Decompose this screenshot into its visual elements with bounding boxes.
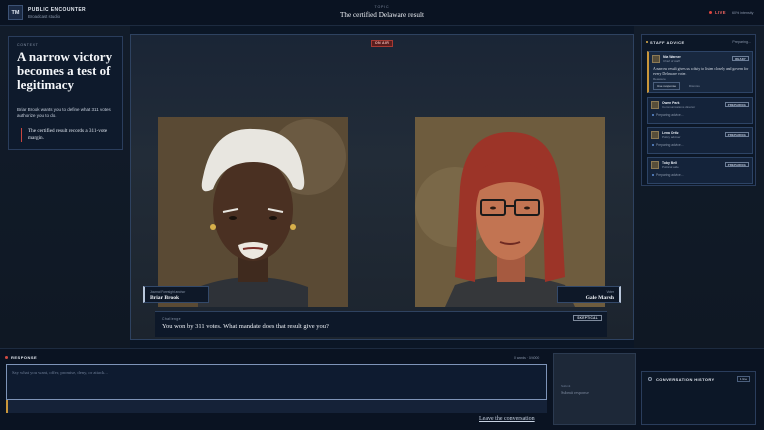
challenge-bar: Challenge You won by 311 votes. What man… bbox=[155, 311, 607, 337]
response-dot-icon bbox=[5, 356, 8, 359]
use-response-button[interactable]: Use response bbox=[653, 82, 681, 90]
context-headline: A narrow victory becomes a test of legit… bbox=[17, 49, 113, 92]
staff-advice-title: STAFF ADVICE bbox=[650, 40, 685, 45]
submit-response-button[interactable]: Submit Submit response bbox=[553, 353, 636, 425]
advisor-card-nia-warner[interactable]: Nia Warner Chief of staff READY A narrow… bbox=[647, 51, 753, 93]
advisor-status-badge: READY bbox=[732, 56, 749, 61]
live-label: LIVE bbox=[715, 10, 726, 15]
context-card: CONTEXT A narrow victory becomes a test … bbox=[8, 36, 123, 150]
advisor-preparing: Preparing advice... bbox=[652, 173, 684, 177]
loading-dot-icon bbox=[652, 114, 654, 117]
advisor-preparing: Preparing advice... bbox=[652, 113, 684, 117]
conversation-history-panel[interactable]: CONVERSATION HISTORY 1 line bbox=[641, 371, 756, 425]
staff-advice-status: Preparing... bbox=[732, 40, 751, 44]
topic-title: The certified Delaware result bbox=[339, 11, 424, 19]
advisor-advice: A narrow result gives us a duty to liste… bbox=[653, 67, 749, 76]
word-counter: 0 words · 0/4000 bbox=[514, 356, 540, 360]
topic-label: TOPIC bbox=[374, 5, 390, 9]
participant-name: Briar Brook bbox=[150, 295, 180, 301]
portrait-briar-brook bbox=[158, 117, 348, 307]
advisor-status-badge: PREPARING bbox=[724, 162, 749, 167]
loading-dot-icon bbox=[652, 174, 654, 177]
avatar bbox=[651, 101, 659, 109]
response-toolbar bbox=[6, 400, 547, 413]
nametag-gale-marsh: Voter Gale Marsh bbox=[557, 286, 621, 303]
tone-badge: SKEPTICAL bbox=[573, 315, 602, 321]
response-label: RESPONSE bbox=[11, 355, 38, 360]
leave-conversation-link[interactable]: Leave the conversation bbox=[479, 416, 535, 422]
live-indicator-dot bbox=[709, 11, 712, 14]
top-bar: TM PUBLIC ENCOUNTER Broadcast studio TOP… bbox=[0, 0, 764, 26]
advisor-card-toby-bell[interactable]: Toby Bell Political aide PREPARING Prepa… bbox=[647, 157, 753, 184]
dismiss-button[interactable]: Dismiss bbox=[685, 82, 704, 90]
history-title: CONVERSATION HISTORY bbox=[656, 377, 715, 382]
context-quote: The certified result records a 311-vote … bbox=[21, 128, 121, 142]
advisor-role: Communications director bbox=[662, 105, 696, 109]
context-body: Briar Brook wants you to define what 311… bbox=[17, 107, 111, 118]
portrait-gale-marsh bbox=[415, 117, 605, 307]
history-clock-icon bbox=[648, 377, 652, 381]
advisor-status-badge: PREPARING bbox=[724, 102, 749, 107]
preparing-text: Preparing advice... bbox=[656, 143, 684, 147]
history-count-badge: 1 line bbox=[736, 376, 750, 382]
participant-role: Journal Foresight anchor bbox=[150, 290, 186, 294]
challenge-label: Challenge bbox=[162, 317, 181, 321]
advisor-role: Political aide bbox=[662, 165, 679, 169]
avatar bbox=[652, 55, 660, 63]
intensity-readout: 60% intensity bbox=[732, 10, 754, 15]
staff-status-dot bbox=[646, 41, 648, 43]
context-label: CONTEXT bbox=[17, 43, 39, 47]
voter-illustration bbox=[415, 117, 605, 307]
submit-caption: Submit bbox=[561, 384, 571, 388]
advisor-card-owen-park[interactable]: Owen Park Communications director PREPAR… bbox=[647, 97, 753, 124]
avatar bbox=[651, 131, 659, 139]
response-accent-bar bbox=[6, 400, 8, 413]
participant-role: Voter bbox=[606, 290, 614, 294]
loading-dot-icon bbox=[652, 144, 654, 147]
staff-advice-panel: STAFF ADVICE Preparing... Nia Warner Chi… bbox=[641, 34, 756, 186]
nametag-briar-brook: Journal Foresight anchor Briar Brook bbox=[143, 286, 209, 303]
preparing-text: Preparing advice... bbox=[656, 113, 684, 117]
advisor-status-badge: PREPARING bbox=[724, 132, 749, 137]
advisor-card-lena-ortiz[interactable]: Lena Ortiz Policy adviser PREPARING Prep… bbox=[647, 127, 753, 154]
participant-name: Gale Marsh bbox=[585, 295, 614, 301]
challenge-text: You won by 311 votes. What mandate does … bbox=[162, 323, 329, 330]
advisor-role: Policy adviser bbox=[662, 135, 681, 139]
on-air-badge: ON AIR bbox=[371, 40, 393, 47]
advisor-role: Chief of staff bbox=[663, 59, 680, 63]
anchor-illustration bbox=[158, 117, 348, 307]
preparing-text: Preparing advice... bbox=[656, 173, 684, 177]
advisor-preparing: Preparing advice... bbox=[652, 143, 684, 147]
submit-label: Submit response bbox=[561, 390, 589, 395]
advice-tag: Reassure bbox=[653, 77, 666, 81]
response-input[interactable] bbox=[6, 364, 547, 400]
avatar bbox=[651, 161, 659, 169]
